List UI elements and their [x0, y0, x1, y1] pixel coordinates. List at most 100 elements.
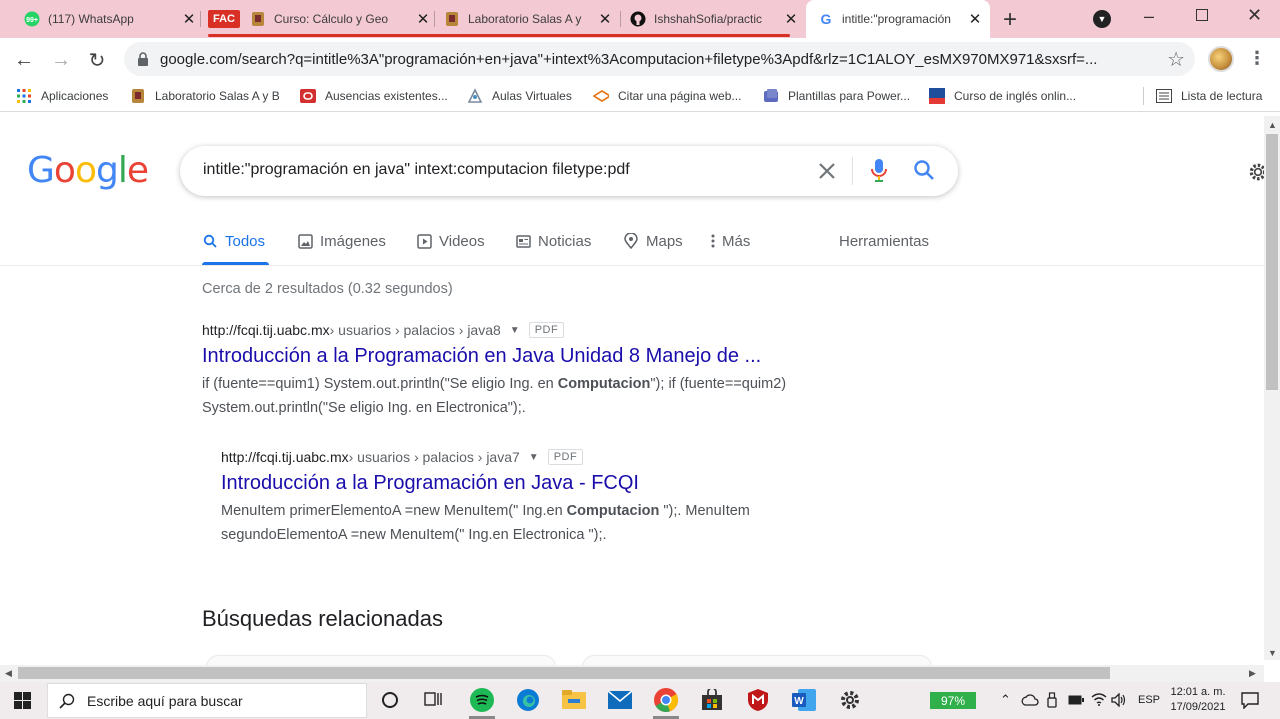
bookmark-label: Citar una página web... [618, 89, 742, 103]
horizontal-scroll-thumb[interactable] [18, 667, 1110, 679]
battery-icon[interactable] [1068, 695, 1084, 705]
close-icon[interactable]: ✕ [782, 10, 800, 28]
windows-start-icon[interactable] [14, 692, 31, 709]
tab-videos[interactable]: Videos [416, 230, 485, 252]
bookmark-citar[interactable]: Citar una página web... [593, 87, 741, 105]
chrome-icon[interactable] [653, 687, 679, 713]
tab-search-active[interactable]: G intitle:"programación ✕ [806, 0, 990, 38]
bookmark-apps[interactable]: Aplicaciones [16, 87, 108, 105]
more-vert-icon [709, 233, 717, 249]
bookmark-star-icon[interactable]: ☆ [1167, 47, 1185, 72]
tools-label: Herramientas [839, 232, 930, 250]
forward-arrow-icon[interactable]: → [47, 46, 75, 74]
file-explorer-icon[interactable] [561, 687, 587, 713]
tab-maps[interactable]: Maps [623, 230, 683, 252]
tab-mas[interactable]: Más [709, 230, 750, 252]
bookmark-label: Aplicaciones [41, 89, 109, 103]
result-title-link[interactable]: Introducción a la Programación en Java -… [221, 472, 881, 495]
onedrive-icon[interactable] [1021, 694, 1039, 706]
result-title-link[interactable]: Introducción a la Programación en Java U… [202, 345, 862, 368]
store-icon[interactable] [699, 687, 725, 713]
scroll-up-icon[interactable]: ▲ [1268, 120, 1277, 130]
tab-whatsapp[interactable]: 99+ (117) WhatsApp ✕ [16, 0, 198, 38]
tab-todos[interactable]: Todos [202, 230, 265, 252]
word-icon[interactable]: W [791, 687, 817, 713]
close-window-icon[interactable]: ✕ [1247, 5, 1262, 26]
chevron-up-icon[interactable]: ⌃ [1000, 692, 1011, 708]
bookmark-label: Aulas Virtuales [492, 89, 572, 103]
vertical-scroll-thumb[interactable] [1266, 134, 1278, 390]
close-icon[interactable]: ✕ [966, 10, 984, 28]
settings-gear-icon[interactable] [837, 687, 863, 713]
volume-icon[interactable] [1111, 693, 1127, 707]
tab-noticias[interactable]: Noticias [515, 230, 591, 252]
bookmark-ingles[interactable]: Curso de inglés onlin... [929, 87, 1076, 105]
tab-search-icon[interactable]: ▼ [1093, 10, 1111, 28]
bookmark-label: Ausencias existentes... [325, 89, 448, 103]
microphone-icon[interactable] [870, 159, 888, 183]
maximize-icon[interactable] [1196, 9, 1208, 21]
minimize-icon[interactable]: – [1144, 6, 1154, 27]
clear-icon[interactable] [814, 158, 840, 184]
address-bar[interactable]: google.com/search?q=intitle%3A"programac… [124, 42, 1195, 76]
tab-group-underline [208, 34, 790, 37]
whatsapp-icon: 99+ [24, 11, 40, 27]
bookmark-laboratorio[interactable]: Laboratorio Salas A y B [130, 87, 280, 105]
task-view-icon[interactable] [421, 687, 447, 713]
close-icon[interactable]: ✕ [596, 10, 614, 28]
chevron-down-icon[interactable]: ▼ [529, 452, 539, 463]
close-icon[interactable]: ✕ [414, 10, 432, 28]
search-icon[interactable] [913, 159, 935, 181]
system-clock[interactable]: 12:01 a. m. 17/09/2021 [1166, 685, 1230, 715]
citation-icon [593, 88, 609, 104]
tab-laboratorio[interactable]: Laboratorio Salas A y ✕ [444, 0, 614, 38]
map-pin-icon [623, 233, 639, 249]
scroll-down-icon[interactable]: ▼ [1268, 648, 1277, 658]
taskbar-search[interactable]: Escribe aquí para buscar [47, 683, 367, 718]
result-path: › usuarios › palacios › java7 [348, 449, 520, 465]
language-indicator[interactable]: ESP [1138, 694, 1160, 706]
google-logo[interactable]: Google [27, 150, 149, 191]
browser-menu-icon[interactable]: ⋮ [1248, 48, 1266, 69]
result-citation[interactable]: http://fcqi.tij.uabc.mx › usuarios › pal… [221, 449, 881, 465]
close-icon[interactable]: ✕ [180, 10, 198, 28]
reading-list[interactable]: Lista de lectura [1156, 87, 1262, 105]
search-box[interactable]: intitle:"programación en java" intext:co… [180, 146, 958, 196]
tab-label: Maps [646, 232, 683, 250]
chevron-down-icon[interactable]: ▼ [510, 325, 520, 336]
wifi-icon[interactable] [1091, 692, 1107, 706]
tools-button[interactable]: Herramientas [839, 230, 929, 252]
usb-icon[interactable] [1046, 692, 1058, 708]
tab-separator [434, 11, 435, 27]
reload-icon[interactable]: ↻ [83, 46, 111, 74]
mail-icon[interactable] [607, 687, 633, 713]
svg-text:G: G [821, 11, 832, 27]
scroll-left-icon[interactable]: ◀ [5, 668, 12, 679]
tab-github[interactable]: IshshahSofia/practic ✕ [630, 0, 800, 38]
new-tab-icon[interactable]: + [1003, 6, 1017, 34]
notifications-icon[interactable] [1241, 692, 1259, 709]
tab-calculo[interactable]: FAC Curso: Cálculo y Geo ✕ [208, 0, 432, 38]
lock-icon [138, 52, 148, 66]
search-input[interactable]: intitle:"programación en java" intext:co… [203, 161, 630, 179]
tab-imagenes[interactable]: Imágenes [297, 230, 386, 252]
bookmark-aulas[interactable]: Aulas Virtuales [467, 87, 572, 105]
battery-indicator[interactable]: 97% [930, 692, 976, 709]
cortana-icon[interactable] [377, 687, 403, 713]
scroll-right-icon[interactable]: ▶ [1249, 668, 1256, 679]
result-citation[interactable]: http://fcqi.tij.uabc.mx › usuarios › pal… [202, 322, 862, 338]
mcafee-icon[interactable] [745, 687, 771, 713]
tab-separator [620, 11, 621, 27]
active-tab-indicator [202, 262, 269, 265]
spotify-icon[interactable] [469, 687, 495, 713]
avatar[interactable] [1208, 46, 1234, 72]
tab-title: intitle:"programación [842, 12, 951, 26]
edge-icon[interactable] [515, 687, 541, 713]
bookmark-ausencias[interactable]: Ausencias existentes... [300, 87, 448, 105]
search-tabs: Todos Imágenes Videos Noticias Maps Más … [0, 228, 1264, 266]
school-crest-icon [444, 11, 460, 27]
tab-group-label[interactable]: FAC [208, 10, 240, 28]
bookmark-plantillas[interactable]: Plantillas para Power... [763, 87, 910, 105]
back-arrow-icon[interactable]: ← [10, 46, 38, 74]
windows-taskbar: Escribe aquí para buscar W 97% ⌃ ESP 12:… [0, 682, 1280, 719]
